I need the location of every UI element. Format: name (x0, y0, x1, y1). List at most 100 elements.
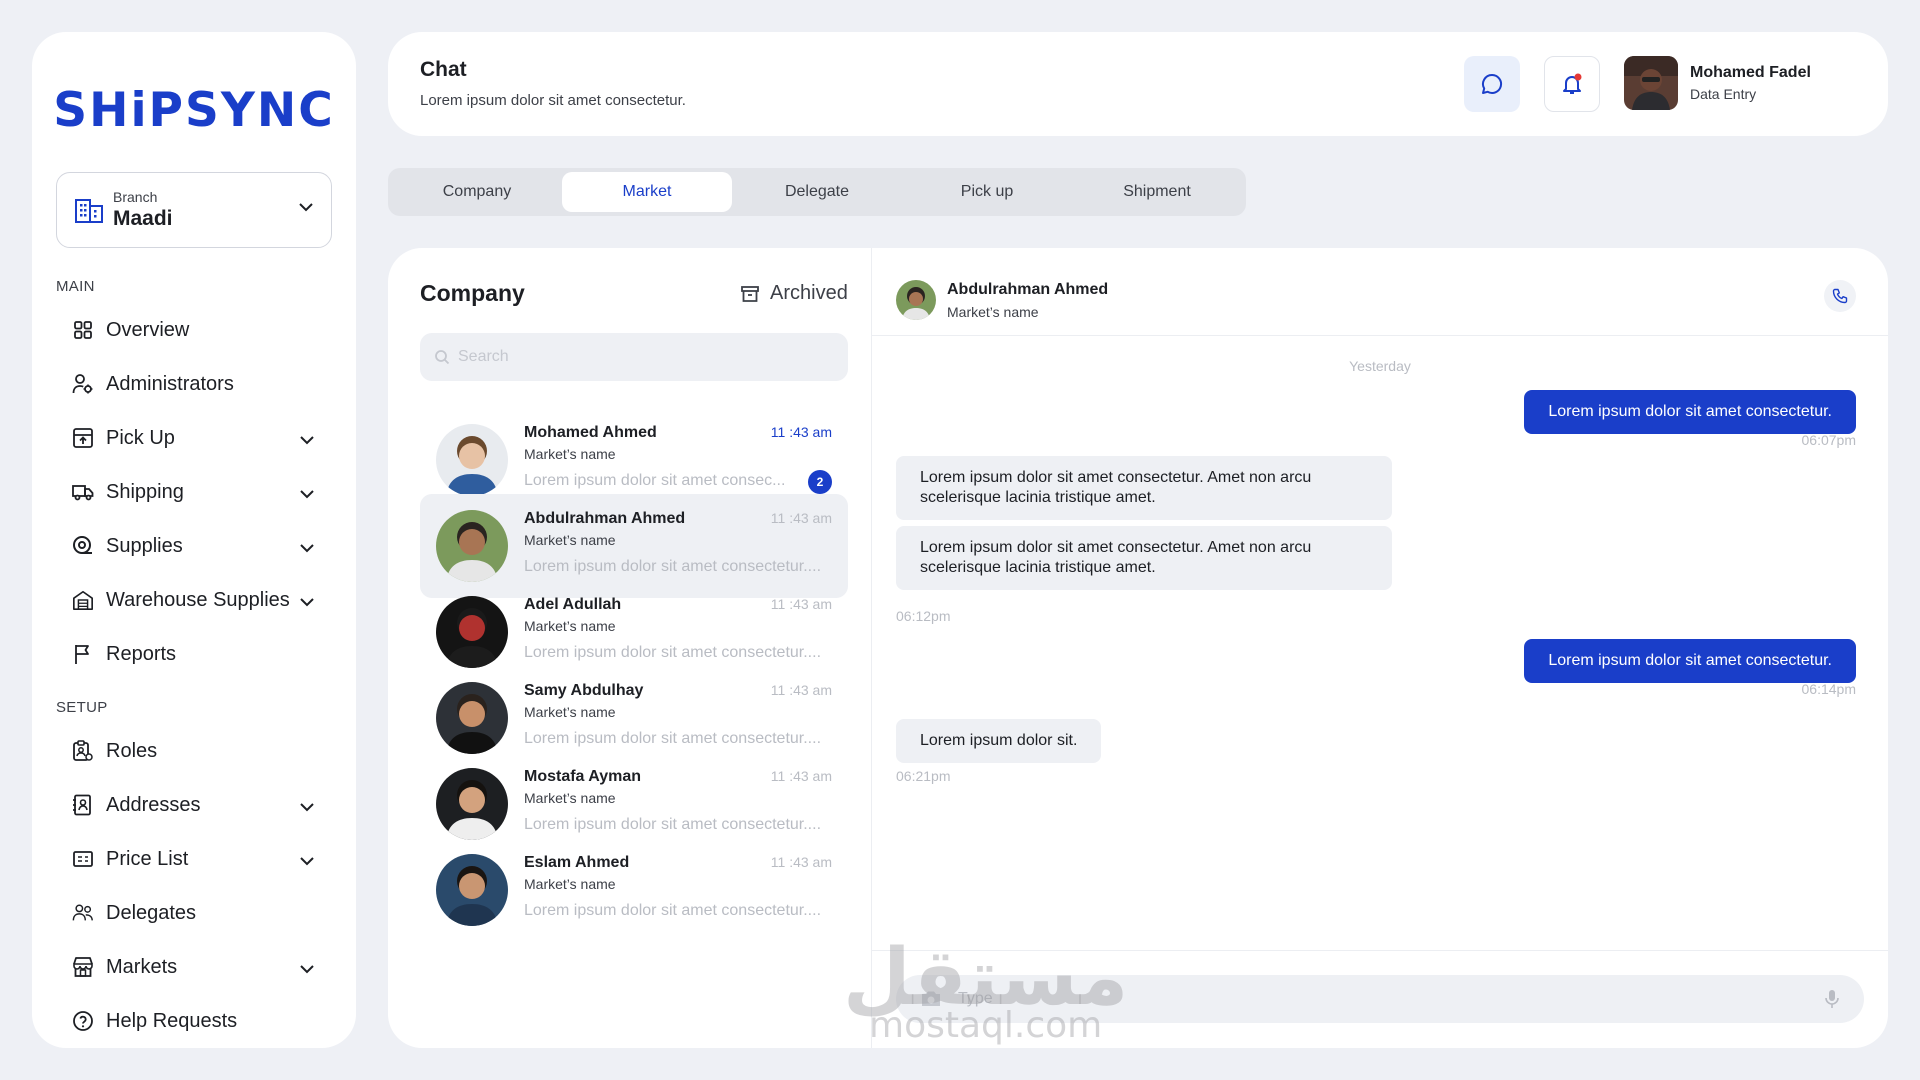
message-input-box[interactable] (896, 975, 1864, 1023)
avatar (436, 768, 508, 840)
conversation-preview: Lorem ipsum dolor sit amet consectetur..… (524, 558, 822, 575)
sidebar-item-label: Roles (106, 739, 158, 762)
tab-delegate[interactable]: Delegate (732, 172, 902, 212)
tab-shipment[interactable]: Shipment (1072, 172, 1242, 212)
sidebar-item-label: Administrators (106, 372, 234, 395)
notifications-button[interactable] (1544, 56, 1600, 112)
page-title: Chat (420, 58, 467, 81)
chat-panel: Company Archived Mohamed Ahmed Market’s n… (388, 248, 1888, 1048)
chevron-down-icon[interactable] (300, 432, 314, 450)
list-title: Company (420, 280, 525, 306)
microphone-icon[interactable] (1824, 989, 1840, 1009)
chevron-down-icon[interactable] (300, 594, 314, 612)
chevron-down-icon[interactable] (300, 853, 314, 871)
chevron-down-icon[interactable] (300, 540, 314, 558)
sidebar-item-label: Addresses (106, 793, 201, 816)
sidebar-item-label: Markets (106, 955, 178, 978)
page-subtitle: Lorem ipsum dolor sit amet consectetur. (420, 92, 686, 109)
sidebar-item-administrators[interactable]: Administrators (56, 357, 332, 411)
contact-subtitle: Market’s name (947, 304, 1039, 320)
sidebar-item-label: Shipping (106, 480, 184, 503)
clipboard-user-icon (72, 740, 94, 762)
chat-category-tabs: Company Market Delegate Pick up Shipment (388, 168, 1246, 216)
logo-text: SHiPSYNC (53, 82, 335, 138)
sidebar-item-reports[interactable]: Reports (56, 627, 332, 681)
warehouse-icon (72, 589, 94, 611)
message-incoming: Lorem ipsum dolor sit amet consectetur. … (896, 456, 1392, 520)
setup-nav: Roles Addresses Price List Delegates Markets… (56, 724, 332, 1048)
sidebar-item-delegates[interactable]: Delegates (56, 886, 332, 940)
user-profile[interactable]: Mohamed Fadel Data Entry (1624, 56, 1811, 110)
tab-company[interactable]: Company (392, 172, 562, 212)
conversation-preview: Lorem ipsum dolor sit amet consectetur..… (524, 902, 822, 919)
tab-market[interactable]: Market (562, 172, 732, 212)
conversation-preview: Lorem ipsum dolor sit amet consectetur..… (524, 730, 822, 747)
conversation-panel: Abdulrahman Ahmed Market’s name Yesterda… (872, 248, 1888, 1048)
message-time: 06:12pm (896, 608, 951, 624)
camera-icon[interactable] (920, 990, 942, 1008)
sidebar-item-warehouse-supplies[interactable]: Warehouse Supplies (56, 573, 332, 627)
conversation-name: Eslam Ahmed (524, 854, 630, 871)
truck-icon (72, 481, 94, 503)
chevron-down-icon[interactable] (300, 799, 314, 817)
logo[interactable]: SHiPSYNC (53, 80, 335, 140)
conversation-name: Samy Abdulhay (524, 682, 644, 699)
sidebar-item-overview[interactable]: Overview (56, 303, 332, 357)
sidebar-item-roles[interactable]: Roles (56, 724, 332, 778)
sidebar-item-price-list[interactable]: Price List (56, 832, 332, 886)
tape-icon (72, 535, 94, 557)
conversation-item[interactable]: Eslam Ahmed Market’s name Lorem ipsum dolo… (420, 838, 848, 942)
sidebar-item-label: Overview (106, 318, 190, 341)
conversation-name: Mostafa Ayman (524, 768, 642, 785)
sidebar-item-help-requests[interactable]: Help Requests (56, 994, 332, 1048)
user-gear-icon (72, 373, 94, 395)
chat-button[interactable] (1464, 56, 1520, 112)
avatar (436, 596, 508, 668)
avatar (436, 854, 508, 926)
sidebar-item-addresses[interactable]: Addresses (56, 778, 332, 832)
branch-selector[interactable]: Branch Maadi (56, 172, 332, 248)
flag-icon (72, 643, 94, 665)
header: Chat Lorem ipsum dolor sit amet consecte… (388, 32, 1888, 136)
setup-section-label: SETUP (56, 699, 108, 716)
conversation-time: 11 :43 am (770, 596, 832, 612)
chevron-down-icon[interactable] (300, 486, 314, 504)
sidebar-item-label: Supplies (106, 534, 183, 557)
store-icon (72, 956, 94, 978)
archived-button[interactable]: Archived (740, 282, 848, 305)
message-composer (872, 950, 1888, 1048)
conversation-subtitle: Market’s name (524, 790, 616, 806)
bell-icon (1563, 73, 1582, 94)
message-time: 06:14pm (1801, 681, 1856, 697)
main-nav: Overview Administrators Pick Up Shipping Sup… (56, 303, 332, 681)
message-time: 06:07pm (1801, 432, 1856, 448)
chat-bubble-icon (1482, 73, 1503, 94)
call-button[interactable] (1824, 280, 1856, 312)
sidebar-item-pick-up[interactable]: Pick Up (56, 411, 332, 465)
message-outgoing: Lorem ipsum dolor sit amet consectetur. (1524, 390, 1856, 434)
grid-icon (72, 319, 94, 341)
sidebar-item-markets[interactable]: Markets (56, 940, 332, 994)
search-box[interactable] (420, 333, 848, 381)
message-input[interactable] (958, 990, 1788, 1008)
tab-pick-up[interactable]: Pick up (902, 172, 1072, 212)
conversation-time: 11 :43 am (770, 424, 832, 440)
box-upload-icon (72, 427, 94, 449)
chevron-down-icon[interactable] (300, 961, 314, 979)
sidebar-item-label: Reports (106, 642, 177, 665)
day-separator: Yesterday (1349, 358, 1411, 374)
conversation-time: 11 :43 am (770, 768, 832, 784)
sidebar-item-supplies[interactable]: Supplies (56, 519, 332, 573)
user-avatar (1624, 56, 1678, 110)
message-incoming: Lorem ipsum dolor sit amet consectetur. … (896, 526, 1392, 590)
search-input[interactable] (458, 348, 818, 366)
message-time: 06:21pm (896, 768, 951, 784)
sidebar-item-label: Pick Up (106, 426, 175, 449)
chevron-down-icon (299, 203, 313, 212)
conversation-header: Abdulrahman Ahmed Market’s name (872, 248, 1888, 336)
conversation-name: Mohamed Ahmed (524, 424, 657, 441)
sidebar-item-label: Price List (106, 847, 189, 870)
conversation-subtitle: Market’s name (524, 876, 616, 892)
sidebar-item-shipping[interactable]: Shipping (56, 465, 332, 519)
archived-label: Archived (770, 282, 848, 304)
